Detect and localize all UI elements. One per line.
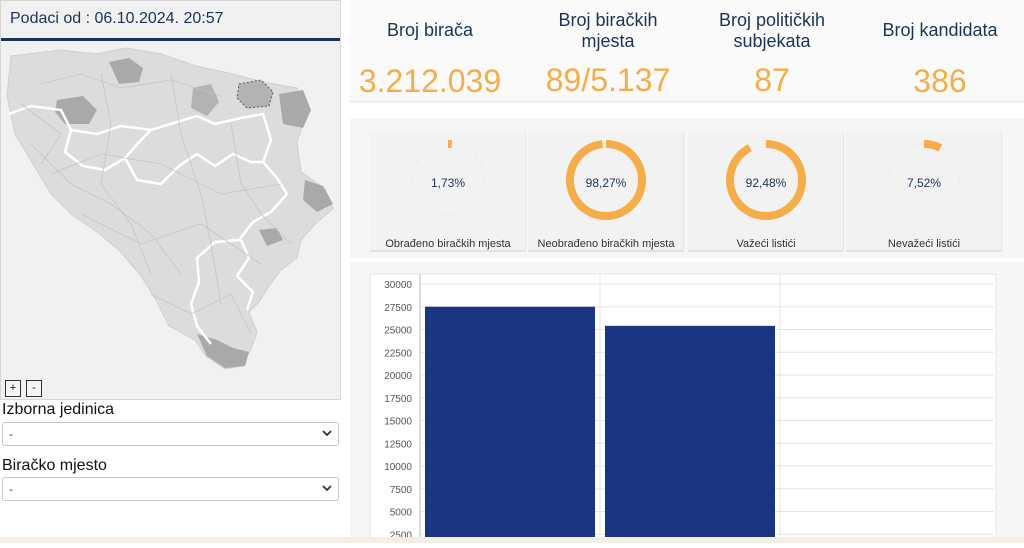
zoom-out-button[interactable]: - <box>26 380 42 397</box>
left-panel: Podaci od : 06.10.2024. 20:57 + - Izborn… <box>0 0 342 543</box>
stat-title: Broj birača <box>386 20 474 40</box>
gauge-label: Obrađeno biračkih mjesta <box>385 238 511 250</box>
y-tick-label: 22500 <box>384 348 412 359</box>
stat-value: 3.212.039 <box>358 63 502 99</box>
bih-map[interactable] <box>1 44 340 374</box>
chevron-down-icon <box>322 485 332 492</box>
bar-chart: 30000 27500 25000 22500 20000 17500 15000 12500… <box>369 273 997 544</box>
izborna-jedinica-select[interactable]: - <box>2 422 339 446</box>
gauge-percent: 98,27% <box>585 176 627 190</box>
stat-value: 386 <box>913 63 967 99</box>
y-tick-label: 27500 <box>384 303 412 314</box>
y-tick-label: 17500 <box>384 394 412 405</box>
gauge-percent: 7,52% <box>906 176 942 190</box>
biracko-mjesto-value: - <box>9 482 13 496</box>
gauges-row: 1,73% Obrađeno biračkih mjesta 98,27% Ne… <box>350 118 1024 258</box>
data-timestamp: Podaci od : 06.10.2024. 20:57 <box>1 1 340 41</box>
gauge-label: Nevažeći listići <box>887 238 961 250</box>
stat-value: 87 <box>754 62 790 98</box>
stat-broj-birackih-mjesta: Broj biračkih mjesta 89/5.137 <box>528 10 688 98</box>
chevron-down-icon <box>322 430 332 437</box>
gauge-percent: 1,73% <box>430 176 466 190</box>
y-tick-label: 30000 <box>384 280 412 291</box>
gauge-label: Neobrađeno biračkih mjesta <box>537 238 675 250</box>
y-tick-label: 7500 <box>390 485 413 496</box>
y-tick-label: 5000 <box>390 508 413 519</box>
y-tick-label: 10000 <box>384 462 412 473</box>
gauge-obradeno: 1,73% Obrađeno biračkih mjesta <box>370 132 526 252</box>
map-panel: Podaci od : 06.10.2024. 20:57 + - <box>0 0 341 400</box>
chart-panel: 30000 27500 25000 22500 20000 17500 15000 12500… <box>350 262 1024 544</box>
stat-title: Broj političkih subjekata <box>718 10 826 51</box>
gauge-nevazeci: 7,52% Nevažeći listići <box>846 132 1002 252</box>
stat-broj-politickih-subjekata: Broj političkih subjekata 87 <box>692 10 852 98</box>
y-tick-label: 20000 <box>384 371 412 382</box>
izborna-jedinica-value: - <box>9 427 13 441</box>
stat-title: Broj biračkih mjesta <box>558 10 658 51</box>
bottom-strip <box>0 537 1024 543</box>
biracko-mjesto-label: Biračko mjesto <box>2 457 107 474</box>
y-tick-label: 15000 <box>384 417 412 428</box>
stat-value: 89/5.137 <box>545 62 671 98</box>
gauge-label: Važeći listići <box>736 238 796 250</box>
stat-broj-biraca: Broj birača 3.212.039 <box>350 20 510 99</box>
izborna-jedinica-label: Izborna jedinica <box>2 401 115 418</box>
zoom-in-button[interactable]: + <box>5 380 21 397</box>
stats-row: Broj birača 3.212.039 Broj biračkih mjes… <box>350 0 1024 103</box>
map-region-highlight[interactable] <box>279 90 311 128</box>
y-tick-label: 12500 <box>384 439 412 450</box>
gauge-vazeci: 92,48% Važeći listići <box>688 132 844 252</box>
gauge-neobradeno: 98,27% Neobrađeno biračkih mjesta <box>528 132 684 252</box>
gauge-percent: 92,48% <box>745 176 787 190</box>
stat-broj-kandidata: Broj kandidata 386 <box>860 20 1020 99</box>
stat-title: Broj kandidata <box>882 20 998 40</box>
chart-bar[interactable] <box>605 325 775 543</box>
y-tick-label: 25000 <box>384 326 412 337</box>
biracko-mjesto-select[interactable]: - <box>2 477 339 501</box>
chart-bar[interactable] <box>425 306 595 543</box>
